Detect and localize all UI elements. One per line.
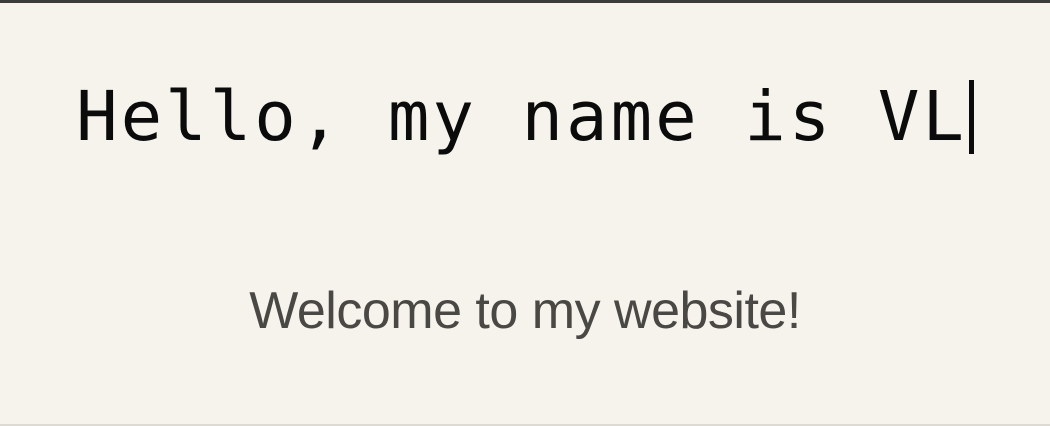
page-tagline: Welcome to my website! [249,282,801,340]
page-headline: Hello, my name is VL [0,72,1050,162]
hero-section: Hello, my name is VL Welcome to my websi… [0,0,1050,426]
headline-text: Hello, my name is VL [76,77,967,157]
text-cursor [968,80,974,154]
